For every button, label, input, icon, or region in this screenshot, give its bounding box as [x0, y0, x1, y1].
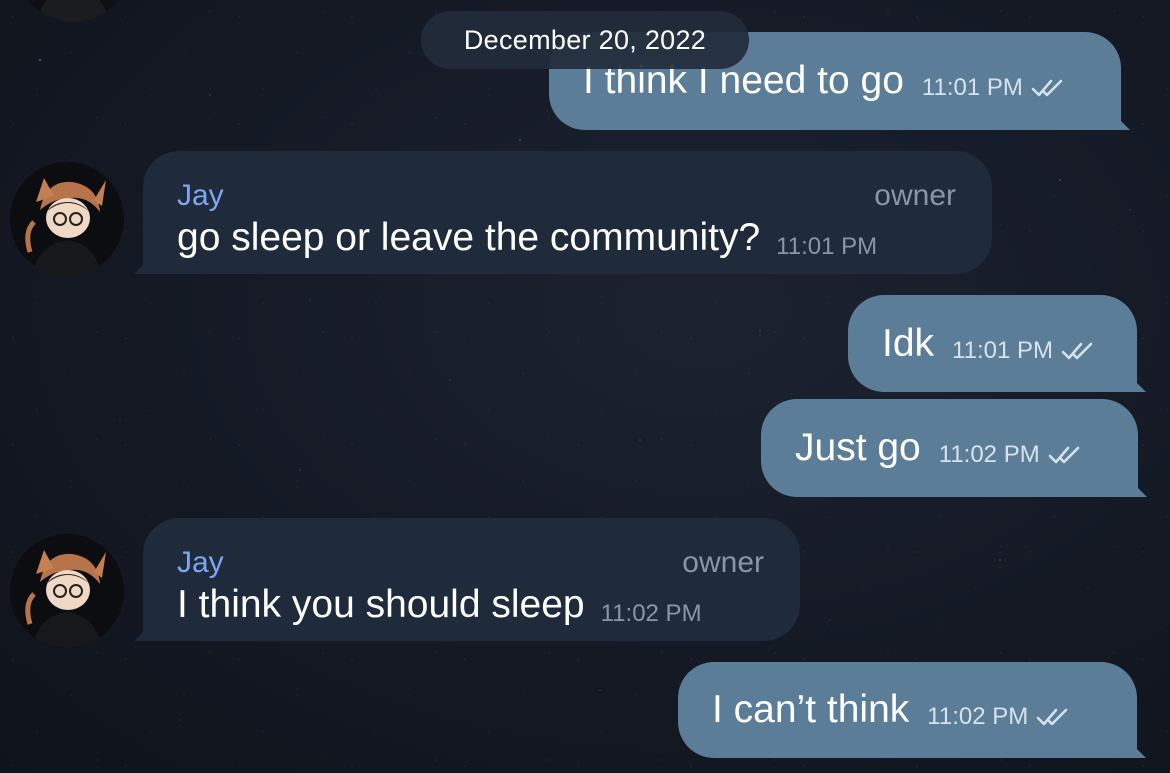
incoming-message[interactable]: Jay owner I think you should sleep 11:02… — [143, 518, 800, 641]
avatar-illustration-icon — [10, 534, 124, 648]
avatar-illustration-icon — [28, 0, 118, 22]
sender-name[interactable]: Jay — [177, 546, 224, 580]
double-check-icon — [1036, 708, 1068, 726]
message-text: I think you should sleep — [177, 582, 585, 626]
message-time: 11:02 PM — [938, 441, 1040, 468]
double-check-icon — [1031, 79, 1063, 97]
message-time: 11:01 PM — [776, 232, 878, 260]
sender-role-badge: owner — [874, 178, 956, 212]
incoming-message[interactable]: Jay owner go sleep or leave the communit… — [143, 151, 992, 274]
avatar[interactable] — [10, 534, 124, 648]
message-text: go sleep or leave the community? — [177, 215, 761, 259]
avatar-illustration-icon — [10, 162, 124, 276]
outgoing-message[interactable]: Idk 11:01 PM — [848, 295, 1137, 392]
message-time: 11:01 PM — [921, 74, 1023, 101]
message-text: Just go — [795, 426, 921, 469]
message-text: Idk — [882, 321, 935, 365]
message-time: 11:02 PM — [600, 599, 702, 627]
avatar[interactable] — [16, 0, 130, 22]
message-text: I can’t think — [712, 688, 910, 731]
message-time: 11:01 PM — [952, 336, 1053, 364]
message-time: 11:02 PM — [927, 703, 1029, 730]
outgoing-message[interactable]: Just go 11:02 PM — [761, 399, 1138, 497]
date-separator: December 20, 2022 — [421, 11, 749, 69]
outgoing-message[interactable]: I can’t think 11:02 PM — [678, 662, 1137, 758]
double-check-icon — [1048, 446, 1080, 464]
double-check-icon — [1061, 342, 1093, 359]
sender-role-badge: owner — [682, 545, 764, 579]
avatar[interactable] — [10, 162, 124, 276]
sender-name[interactable]: Jay — [177, 179, 224, 213]
